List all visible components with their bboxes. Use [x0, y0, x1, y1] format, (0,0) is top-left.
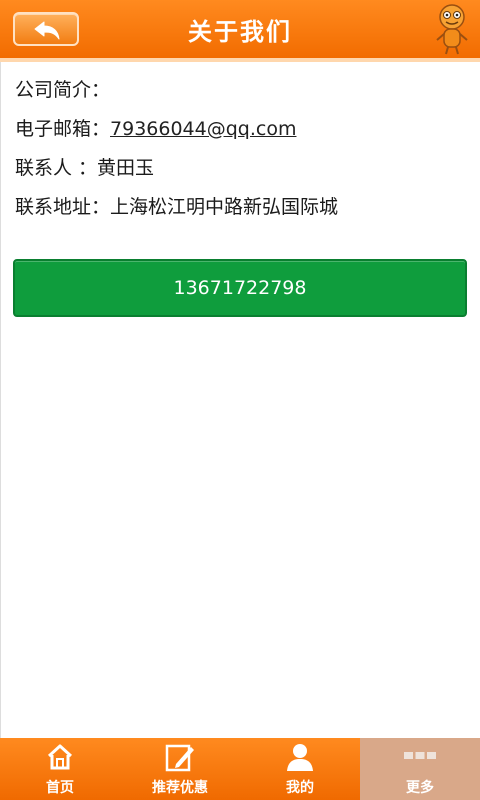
edit-icon — [165, 744, 194, 772]
email-row: 电子邮箱：79366044@qq.com — [15, 111, 465, 150]
contact-row: 联系人 ：黄田玉 — [15, 150, 465, 189]
company-intro-row: 公司简介： — [15, 72, 465, 111]
tab-recommend-label: 推荐优惠 — [152, 780, 208, 796]
email-link[interactable]: 79366044@qq.com — [110, 118, 296, 140]
email-label: 电子邮箱： — [15, 118, 111, 140]
app-header: 关于我们 — [0, 0, 480, 62]
address-row: 联系地址：上海松江明中路新弘国际城 — [15, 189, 465, 228]
address-value: 上海松江明中路新弘国际城 — [110, 196, 339, 218]
tab-home-label: 首页 — [46, 780, 74, 796]
tab-more[interactable]: 更多 — [360, 738, 480, 800]
phone-number: 13671722798 — [173, 277, 307, 299]
more-icon — [404, 752, 436, 759]
tab-recommend[interactable]: 推荐优惠 — [120, 738, 240, 800]
left-border — [0, 62, 1, 738]
tab-mine[interactable]: 我的 — [240, 738, 360, 800]
user-icon — [287, 744, 313, 771]
tab-more-label: 更多 — [406, 780, 434, 796]
company-intro-label: 公司简介： — [15, 79, 111, 101]
home-icon — [47, 744, 73, 770]
tab-mine-label: 我的 — [286, 780, 314, 796]
address-label: 联系地址： — [15, 196, 111, 218]
page-title: 关于我们 — [188, 18, 292, 46]
mascot-logo — [436, 4, 468, 55]
call-phone-button[interactable]: 13671722798 — [13, 259, 467, 317]
tab-home[interactable]: 首页 — [0, 738, 120, 800]
bottom-tab-bar: 首页 推荐优惠 我的 更多 — [0, 738, 480, 800]
contact-name: 黄田玉 — [97, 157, 155, 179]
company-info: 公司简介： 电子邮箱：79366044@qq.com 联系人 ：黄田玉 联系地址… — [15, 72, 465, 228]
contact-label: 联系人 ： — [15, 157, 98, 179]
